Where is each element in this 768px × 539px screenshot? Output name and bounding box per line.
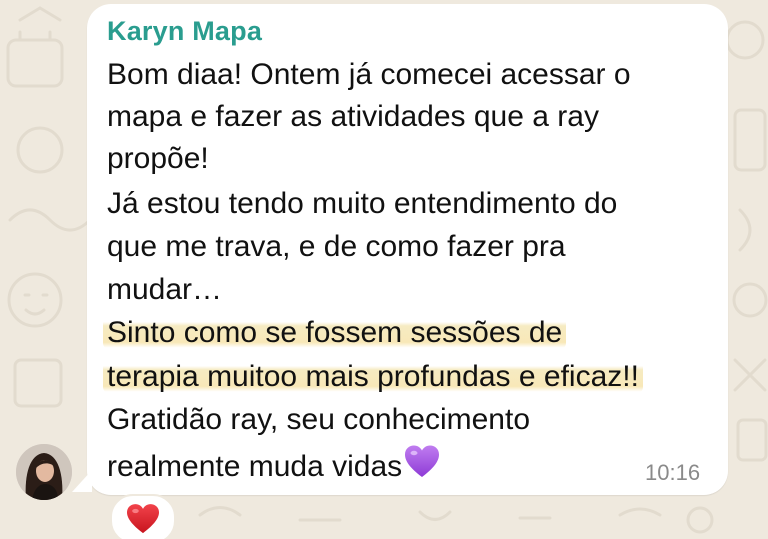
sender-name[interactable]: Karyn Mapa	[107, 16, 262, 47]
message-line: Bom diaa! Ontem já comecei acessar o	[107, 58, 631, 91]
sender-avatar[interactable]	[16, 444, 72, 500]
message-line: mapa e fazer as atividades que a ray	[107, 100, 599, 133]
message-line: Já estou tendo muito entendimento do	[107, 187, 618, 220]
message-line: mudar…	[107, 273, 223, 306]
highlight-mark: Sinto como se fossem sessões de	[103, 316, 567, 349]
message-line-text: realmente muda vidas	[107, 450, 403, 483]
message-line-highlighted: terapia muitoo mais profundas e eficaz!!	[103, 358, 643, 396]
highlight-mark: terapia muitoo mais profundas e eficaz!!	[103, 360, 643, 393]
message-line-highlighted: Sinto como se fossem sessões de	[103, 314, 567, 352]
avatar-photo	[16, 444, 72, 500]
message-bubble-tail	[72, 470, 92, 492]
message-line: que me trava, e de como fazer pra	[107, 230, 566, 263]
message-line: propõe!	[107, 142, 209, 175]
chat-background: Karyn Mapa Bom diaa! Ontem já comecei ac…	[0, 0, 768, 539]
message-line-last: realmente muda vidas	[107, 444, 440, 486]
message-timestamp: 10:16	[645, 460, 701, 485]
message-line: Gratidão ray, seu conhecimento	[107, 403, 531, 436]
red-heart-icon	[127, 504, 159, 534]
reaction-pill[interactable]	[110, 494, 176, 539]
purple-heart-icon	[405, 445, 440, 477]
